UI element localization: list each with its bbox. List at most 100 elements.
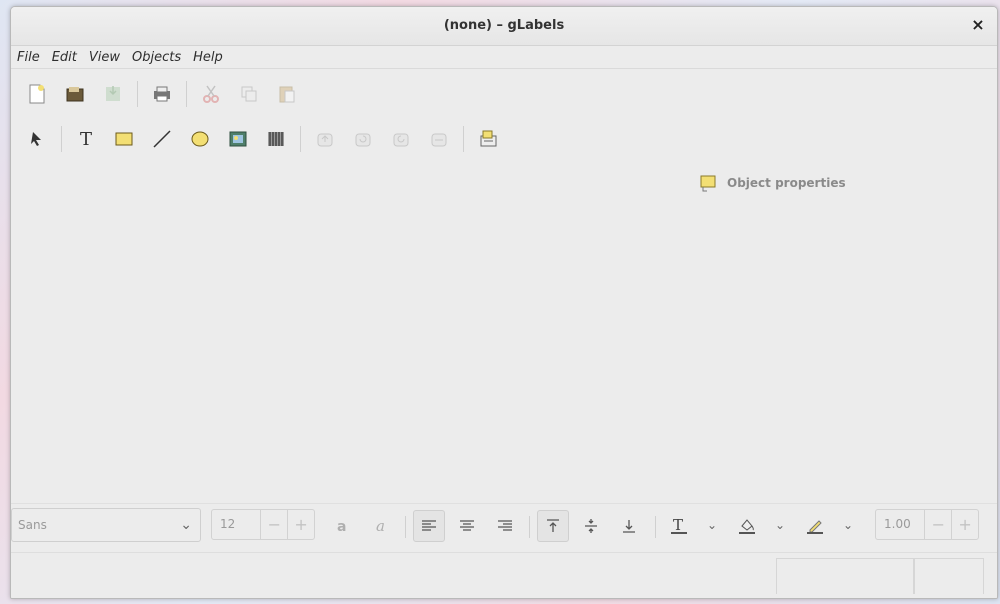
chevron-down-icon[interactable]: ⌄ — [843, 518, 853, 532]
box-tool-button[interactable] — [108, 123, 140, 155]
open-icon — [66, 87, 84, 102]
line-width-decrease-button[interactable]: − — [924, 510, 951, 539]
svg-text:T: T — [673, 516, 683, 534]
main-toolbar — [21, 77, 309, 111]
status-cell-position — [914, 558, 984, 594]
menu-edit[interactable]: Edit — [46, 47, 83, 65]
font-size-increase-button[interactable]: + — [287, 510, 314, 539]
box-tool-icon — [115, 132, 133, 146]
menu-help[interactable]: Help — [187, 47, 229, 65]
font-family-value: Sans — [18, 518, 47, 532]
lower-button[interactable] — [347, 123, 379, 155]
font-family-combo[interactable]: Sans ⌄ — [11, 508, 201, 542]
toolbar-separator — [655, 516, 656, 538]
select-arrow-icon — [31, 132, 41, 146]
chevron-down-icon: ⌄ — [180, 517, 192, 533]
align-center-button[interactable] — [451, 510, 483, 542]
status-bar — [11, 552, 997, 598]
font-size-spinner[interactable]: 12 − + — [211, 509, 315, 540]
menu-objects[interactable]: Objects — [126, 47, 187, 65]
save-button[interactable] — [97, 78, 129, 110]
barcode-tool-icon — [268, 132, 284, 146]
valign-middle-button[interactable] — [575, 510, 607, 542]
object-properties-icon — [700, 175, 716, 192]
italic-icon: a — [376, 517, 385, 535]
ellipse-tool-icon — [191, 131, 209, 147]
fill-color-icon — [739, 519, 755, 534]
line-width-spinner[interactable]: 1.00 − + — [875, 509, 979, 540]
line-tool-icon — [153, 130, 171, 148]
lower-icon — [355, 133, 371, 147]
cut-icon — [203, 85, 219, 103]
drawing-toolbar: T — [21, 122, 510, 156]
toolbar-separator — [186, 81, 187, 107]
align-left-icon — [422, 520, 436, 531]
rotate-left-button[interactable] — [385, 123, 417, 155]
app-window: (none) – gLabels × File Edit View Objects He… — [10, 6, 998, 599]
close-button[interactable]: × — [967, 14, 989, 36]
select-tool-button[interactable] — [21, 123, 53, 155]
valign-bottom-button[interactable] — [613, 510, 645, 542]
text-tool-icon: T — [79, 128, 92, 150]
toolbar-separator — [300, 126, 301, 152]
cut-button[interactable] — [195, 78, 227, 110]
chevron-down-icon[interactable]: ⌄ — [707, 518, 717, 532]
text-color-button[interactable]: T — [663, 510, 695, 542]
save-icon — [106, 86, 120, 101]
print-button[interactable] — [146, 78, 178, 110]
raise-icon — [317, 133, 333, 147]
rotate-left-icon — [393, 133, 409, 147]
pencil-icon — [807, 520, 823, 534]
line-width-increase-button[interactable]: + — [951, 510, 978, 539]
italic-button[interactable]: a — [365, 510, 397, 542]
rotate-right-icon — [431, 133, 447, 147]
bold-icon: a — [337, 519, 346, 535]
valign-top-icon — [547, 519, 559, 532]
status-cell-zoom — [776, 558, 914, 594]
text-tool-button[interactable]: T — [70, 123, 102, 155]
chevron-down-icon[interactable]: ⌄ — [775, 518, 785, 532]
paste-button[interactable] — [271, 78, 303, 110]
paste-icon — [279, 86, 295, 103]
object-properties-label: Object properties — [727, 176, 846, 190]
fill-color-button[interactable] — [731, 510, 763, 542]
new-button[interactable] — [21, 78, 53, 110]
line-width-value: 1.00 — [884, 517, 911, 531]
ellipse-tool-button[interactable] — [184, 123, 216, 155]
title-bar[interactable]: (none) – gLabels × — [11, 7, 997, 46]
font-size-value: 12 — [220, 517, 236, 531]
toolbar-separator — [405, 516, 406, 538]
align-right-icon — [498, 520, 512, 531]
font-size-decrease-button[interactable]: − — [260, 510, 287, 539]
new-icon — [29, 84, 45, 104]
copy-icon — [241, 86, 257, 102]
object-properties-panel: Object properties — [699, 173, 846, 193]
barcode-tool-button[interactable] — [260, 123, 292, 155]
align-center-icon — [460, 520, 474, 531]
copy-button[interactable] — [233, 78, 265, 110]
align-right-button[interactable] — [489, 510, 521, 542]
image-tool-button[interactable] — [222, 123, 254, 155]
svg-text:a: a — [337, 519, 346, 535]
menu-view[interactable]: View — [83, 47, 126, 65]
svg-text:a: a — [376, 517, 385, 535]
merge-properties-button[interactable] — [472, 123, 504, 155]
valign-middle-icon — [585, 519, 597, 533]
line-color-button[interactable] — [799, 510, 831, 542]
toolbar-separator — [137, 81, 138, 107]
line-tool-button[interactable] — [146, 123, 178, 155]
open-button[interactable] — [59, 78, 91, 110]
window-title: (none) – gLabels — [443, 18, 565, 33]
valign-top-button[interactable] — [537, 510, 569, 542]
raise-button[interactable] — [309, 123, 341, 155]
menu-file[interactable]: File — [11, 47, 46, 65]
bold-button[interactable]: a — [327, 510, 359, 542]
toolbar-separator — [463, 126, 464, 152]
rotate-right-button[interactable] — [423, 123, 455, 155]
image-tool-icon — [229, 131, 247, 147]
print-icon — [154, 86, 170, 102]
valign-bottom-icon — [623, 520, 635, 533]
align-left-button[interactable] — [413, 510, 445, 542]
toolbar-separator — [61, 126, 62, 152]
format-toolbar: Sans ⌄ 12 − + a a T ⌄ ⌄ ⌄ 1.00 − + — [11, 503, 997, 550]
